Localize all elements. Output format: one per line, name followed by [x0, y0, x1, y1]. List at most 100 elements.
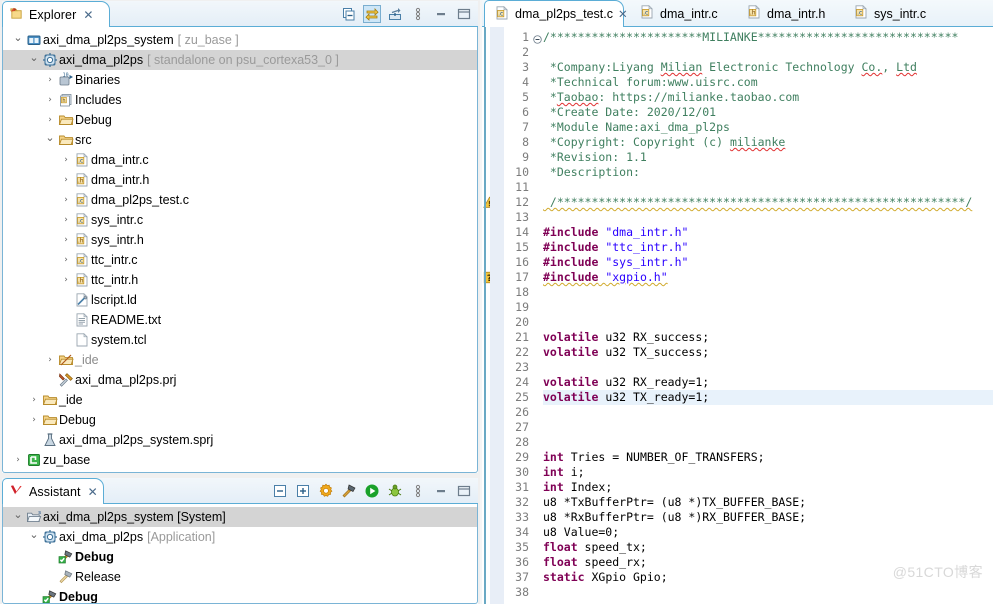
editor-tab-dma-pl2ps-test-c[interactable]: .c dma_pl2ps_test.c ✕: [484, 0, 628, 27]
view-menu-button[interactable]: [410, 483, 426, 499]
maximize-button[interactable]: [456, 483, 472, 499]
code-line[interactable]: static XGpio Gpio;: [543, 570, 993, 585]
gear-icon[interactable]: [318, 483, 334, 499]
maximize-button[interactable]: [456, 6, 472, 22]
tree-item-axi-dma-pl2ps[interactable]: ⌄ axi_dma_pl2ps [Application]: [3, 527, 477, 547]
tab-explorer[interactable]: Explorer ✕: [2, 1, 110, 27]
code-line[interactable]: /***************************************…: [543, 195, 993, 210]
code-line[interactable]: *Taobao: https://milianke.taobao.com: [543, 90, 993, 105]
code-line[interactable]: *Create Date: 2020/12/01: [543, 105, 993, 120]
tree-item-debug[interactable]: › Debug: [3, 410, 477, 430]
chevron-down-icon[interactable]: ⌄: [27, 52, 41, 66]
link-with-editor-button[interactable]: [363, 5, 381, 23]
tree-item-lscript-ld[interactable]: › lscript.ld: [3, 290, 477, 310]
collapse-all-button[interactable]: [341, 6, 357, 22]
expand-all-button[interactable]: [295, 483, 311, 499]
tree-item-ttc-intr-c[interactable]: › .c ttc_intr.c: [3, 250, 477, 270]
code-line[interactable]: [543, 420, 993, 435]
chevron-down-icon[interactable]: ⌄: [11, 509, 25, 523]
code-line[interactable]: [543, 360, 993, 375]
chevron-right-icon[interactable]: ›: [43, 115, 57, 125]
code-line[interactable]: /**********************MILIANKE*********…: [543, 30, 993, 45]
code-line[interactable]: volatile u32 TX_success;: [543, 345, 993, 360]
tree-item-dma-intr-c[interactable]: › .c dma_intr.c: [3, 150, 477, 170]
code-line[interactable]: #include "ttc_intr.h": [543, 240, 993, 255]
chevron-right-icon[interactable]: ›: [59, 195, 73, 205]
code-line[interactable]: #include "sys_intr.h": [543, 255, 993, 270]
code-line[interactable]: [543, 210, 993, 225]
tree-item-debug[interactable]: › Debug: [3, 110, 477, 130]
assistant-tree[interactable]: ⌄ s axi_dma_pl2ps_system [System] ⌄ axi_dma_…: [3, 504, 477, 603]
tree-item-axi-dma-pl2ps[interactable]: ⌄ axi_dma_pl2ps[ standalone on psu_cortex…: [3, 50, 477, 70]
code-line[interactable]: #include "dma_intr.h": [543, 225, 993, 240]
bug-icon[interactable]: [387, 483, 403, 499]
code-line[interactable]: u8 Value=0;: [543, 525, 993, 540]
chevron-right-icon[interactable]: ›: [59, 215, 73, 225]
tree-item-includes[interactable]: › h Includes: [3, 90, 477, 110]
tree-item-system-tcl[interactable]: › system.tcl: [3, 330, 477, 350]
tree-item-dma-intr-h[interactable]: › .h dma_intr.h: [3, 170, 477, 190]
tree-item--ide[interactable]: › _ide: [3, 350, 477, 370]
close-icon[interactable]: ✕: [618, 7, 628, 21]
chevron-down-icon[interactable]: ⌄: [43, 132, 57, 146]
code-line[interactable]: [543, 285, 993, 300]
tab-assistant[interactable]: Assistant ✕: [2, 478, 104, 504]
chevron-right-icon[interactable]: ›: [43, 355, 57, 365]
tree-item-release[interactable]: › Release: [3, 567, 477, 587]
editor-folding-ruler[interactable]: [532, 27, 543, 604]
chevron-right-icon[interactable]: ›: [11, 455, 25, 465]
chevron-right-icon[interactable]: ›: [59, 235, 73, 245]
editor-tab-dma-intr-c[interactable]: .c dma_intr.c: [630, 0, 735, 27]
chevron-right-icon[interactable]: ›: [27, 415, 41, 425]
code-line[interactable]: float speed_tx;: [543, 540, 993, 555]
tree-item-dma-pl2ps-test-c[interactable]: › .c dma_pl2ps_test.c: [3, 190, 477, 210]
code-line[interactable]: *Revision: 1.1: [543, 150, 993, 165]
code-line[interactable]: [543, 45, 993, 60]
code-line[interactable]: volatile u32 RX_success;: [543, 330, 993, 345]
minimize-button[interactable]: [433, 6, 449, 22]
code-line[interactable]: [543, 585, 993, 600]
code-line[interactable]: float speed_rx;: [543, 555, 993, 570]
code-line[interactable]: *Module Name:axi_dma_pl2ps: [543, 120, 993, 135]
code-line[interactable]: volatile u32 TX_ready=1;: [543, 390, 993, 405]
tree-item-binaries[interactable]: › 10 Binaries: [3, 70, 477, 90]
tree-item-debug[interactable]: › Debug: [3, 547, 477, 567]
hammer-icon[interactable]: [341, 483, 357, 499]
tree-item-ttc-intr-h[interactable]: › .h ttc_intr.h: [3, 270, 477, 290]
minimize-button[interactable]: [433, 483, 449, 499]
code-line[interactable]: [543, 435, 993, 450]
code-line[interactable]: int Tries = NUMBER_OF_TRANSFERS;: [543, 450, 993, 465]
code-line[interactable]: *Technical forum:www.uisrc.com: [543, 75, 993, 90]
code-line[interactable]: int i;: [543, 465, 993, 480]
chevron-right-icon[interactable]: ›: [59, 275, 73, 285]
tree-item-readme-txt[interactable]: › README.txt: [3, 310, 477, 330]
collapse-all-button[interactable]: [272, 483, 288, 499]
tree-item-sys-intr-h[interactable]: › .h sys_intr.h: [3, 230, 477, 250]
code-line[interactable]: [543, 180, 993, 195]
editor-tab-sys-intr-c[interactable]: .c sys_intr.c: [844, 0, 944, 27]
tree-item-axi-dma-pl2ps-system[interactable]: ⌄ axi_dma_pl2ps_system[ zu_base ]: [3, 30, 477, 50]
tree-item-debug[interactable]: › Debug: [3, 587, 477, 603]
code-line[interactable]: u8 *RxBufferPtr= (u8 *)RX_BUFFER_BASE;: [543, 510, 993, 525]
tree-item-axi-dma-pl2ps-system-sprj[interactable]: › axi_dma_pl2ps_system.sprj: [3, 430, 477, 450]
chevron-down-icon[interactable]: ⌄: [11, 32, 25, 46]
chevron-right-icon[interactable]: ›: [59, 175, 73, 185]
editor-tab-dma-intr-h[interactable]: .h dma_intr.h: [737, 0, 842, 27]
chevron-right-icon[interactable]: ›: [59, 155, 73, 165]
tree-item-axi-dma-pl2ps-prj[interactable]: › axi_dma_pl2ps.prj: [3, 370, 477, 390]
code-line[interactable]: [543, 315, 993, 330]
code-line[interactable]: int Index;: [543, 480, 993, 495]
editor-code-text[interactable]: /**********************MILIANKE*********…: [543, 27, 993, 604]
code-line[interactable]: [543, 300, 993, 315]
view-menu-button[interactable]: [410, 6, 426, 22]
run-icon[interactable]: [364, 483, 380, 499]
chevron-right-icon[interactable]: ›: [59, 255, 73, 265]
code-line[interactable]: volatile u32 RX_ready=1;: [543, 375, 993, 390]
chevron-right-icon[interactable]: ›: [43, 95, 57, 105]
project-explorer-tree[interactable]: ⌄ axi_dma_pl2ps_system[ zu_base ] ⌄ axi_dma…: [3, 27, 477, 470]
tree-item-zu-base[interactable]: › zu_base: [3, 450, 477, 470]
tree-item-axi-dma-pl2ps-system-system-[interactable]: ⌄ s axi_dma_pl2ps_system [System]: [3, 507, 477, 527]
close-icon[interactable]: ✕: [88, 486, 98, 498]
code-line[interactable]: #include "xgpio.h": [543, 270, 993, 285]
tree-item-sys-intr-c[interactable]: › .c sys_intr.c: [3, 210, 477, 230]
